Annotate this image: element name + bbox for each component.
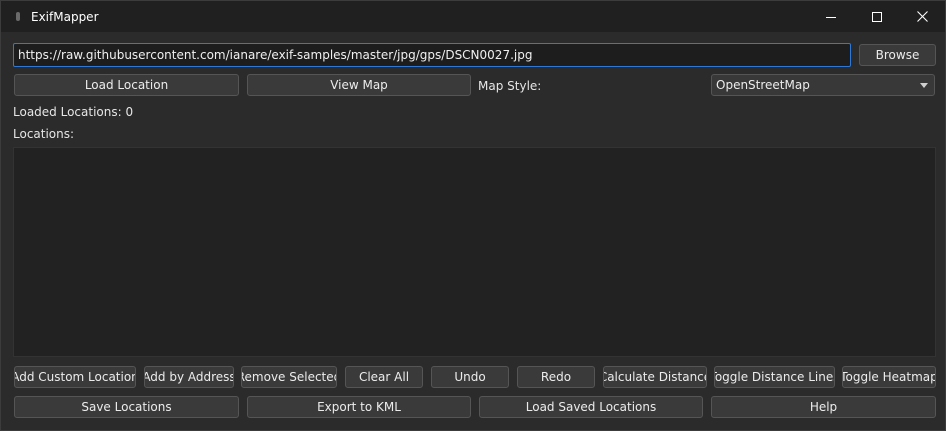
toggle-heatmap-button[interactable]: Toggle Heatmap: [842, 366, 936, 388]
view-map-button[interactable]: View Map: [247, 74, 471, 96]
add-custom-location-button[interactable]: Add Custom Location: [14, 366, 136, 388]
window-title: ExifMapper: [31, 10, 99, 24]
export-kml-button[interactable]: Export to KML: [247, 396, 471, 418]
title-bar[interactable]: ExifMapper: [1, 1, 945, 32]
chevron-down-icon: [920, 83, 928, 88]
loaded-locations-count: Loaded Locations: 0: [13, 105, 134, 119]
minimize-icon: [826, 16, 836, 18]
locations-label: Locations:: [13, 127, 75, 141]
load-location-button[interactable]: Load Location: [14, 74, 239, 96]
clear-all-button[interactable]: Clear All: [345, 366, 423, 388]
redo-button[interactable]: Redo: [517, 366, 595, 388]
help-button[interactable]: Help: [711, 396, 936, 418]
maximize-button[interactable]: [854, 1, 900, 32]
calculate-distance-button[interactable]: Calculate Distance: [603, 366, 707, 388]
close-icon: [916, 11, 928, 22]
app-icon: [16, 12, 20, 21]
map-style-select[interactable]: OpenStreetMap: [711, 74, 935, 96]
toggle-distance-lines-button[interactable]: Toggle Distance Lines: [714, 366, 835, 388]
add-by-address-button[interactable]: Add by Address: [144, 366, 234, 388]
minimize-button[interactable]: [808, 1, 854, 32]
save-locations-button[interactable]: Save Locations: [14, 396, 239, 418]
undo-button[interactable]: Undo: [431, 366, 509, 388]
map-style-label: Map Style:: [478, 79, 542, 93]
locations-list[interactable]: [13, 147, 936, 357]
load-saved-locations-button[interactable]: Load Saved Locations: [479, 396, 703, 418]
close-button[interactable]: [899, 1, 945, 32]
app-window: ExifMapper Browse Load Location View Map…: [0, 0, 946, 431]
remove-selected-button[interactable]: Remove Selected: [241, 366, 337, 388]
file-url-input[interactable]: [13, 43, 851, 67]
map-style-selected: OpenStreetMap: [716, 78, 810, 92]
browse-button[interactable]: Browse: [859, 44, 936, 66]
maximize-icon: [872, 11, 882, 22]
